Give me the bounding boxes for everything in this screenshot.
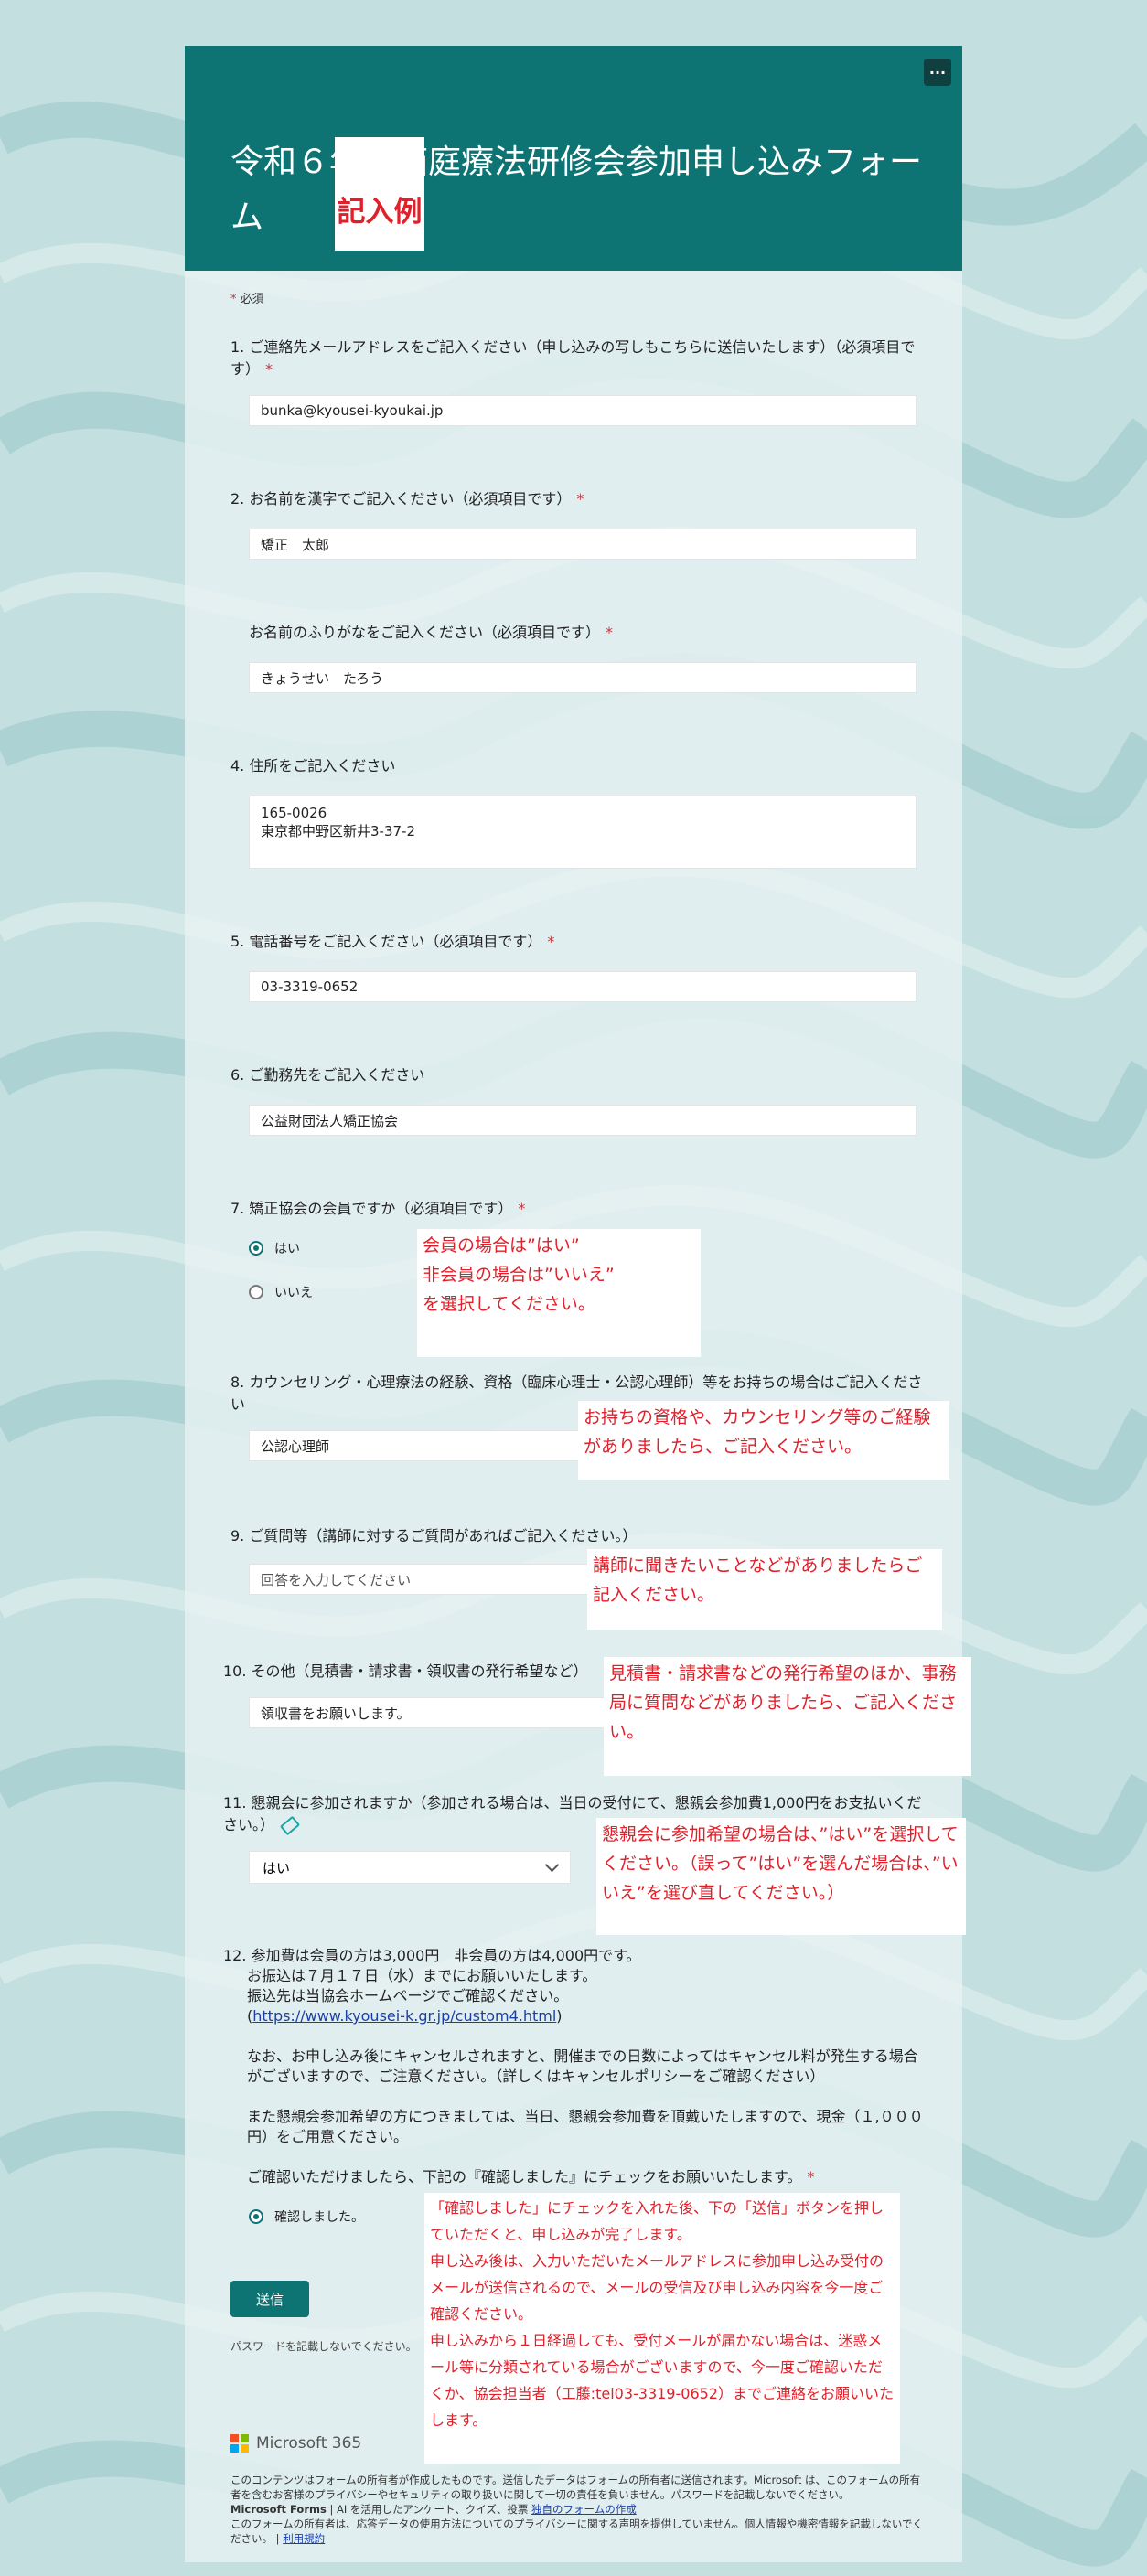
form-header: ··· 令和６年度箱庭療法研修会参加申し込みフォーム xyxy=(185,46,962,271)
chevron-down-icon xyxy=(544,1857,560,1872)
microsoft-365-logo: Microsoft 365 xyxy=(230,2434,361,2453)
more-options-button[interactable]: ··· xyxy=(924,59,951,86)
annotation-q9: 講師に聞きたいことなどがありましたらご記入ください。 xyxy=(587,1549,942,1630)
workplace-field[interactable]: 公益財団法人矯正協会 xyxy=(249,1105,917,1136)
microsoft-logo-icon xyxy=(230,2434,249,2453)
submit-button[interactable]: 送信 xyxy=(230,2281,309,2317)
password-warning: パスワードを記載しないでください。 xyxy=(230,2340,417,2353)
question-1-label: 1. ご連絡先メールアドレスをご記入ください（申し込みの写しもこちらに送信いたし… xyxy=(230,338,916,378)
create-own-form-link[interactable]: 独自のフォームの作成 xyxy=(531,2503,637,2516)
bank-info-link[interactable]: https://www.kyousei-k.gr.jp/custom4.html xyxy=(252,2007,556,2025)
annotation-q7: 会員の場合は”はい” 非会員の場合は”いいえ” を選択してください。 xyxy=(417,1229,701,1357)
question-4-label: 4. 住所をご記入ください xyxy=(230,757,396,775)
annotation-q10: 見積書・請求書などの発行希望のほか、事務局に質問などがありましたら、ご記入くださ… xyxy=(604,1657,971,1776)
address-field[interactable]: 165-0026 東京都中野区新井3-37-2 xyxy=(249,796,917,869)
member-no-option[interactable]: いいえ xyxy=(249,1283,313,1301)
annotation-q12: 「確認しました」にチェックを入れた後、下の「送信」ボタンを押していただくと、申し… xyxy=(424,2193,900,2464)
example-badge: 記入例 xyxy=(335,137,424,251)
phone-field[interactable]: 03-3319-0652 xyxy=(249,971,917,1002)
question-2-label: 2. お名前を漢字でご記入ください（必須項目です） * xyxy=(230,490,584,508)
party-attendance-select[interactable]: はい xyxy=(249,1851,571,1884)
question-5-label: 5. 電話番号をご記入ください（必須項目です） * xyxy=(230,933,555,950)
radio-empty-icon[interactable] xyxy=(249,1285,263,1299)
member-yes-option[interactable]: はい xyxy=(249,1239,300,1257)
radio-selected-icon[interactable] xyxy=(249,2209,263,2224)
question-6-label: 6. ご勤務先をご記入ください xyxy=(230,1066,425,1084)
required-note: * 必須 xyxy=(230,293,264,306)
name-furigana-field[interactable]: きょうせい たろう xyxy=(249,662,917,693)
annotation-q11: 懇親会に参加希望の場合は、”はい”を選択してください。（誤って”はい”を選んだ場… xyxy=(596,1818,966,1935)
name-kanji-field[interactable]: 矯正 太郎 xyxy=(249,529,917,560)
eraser-icon[interactable] xyxy=(279,1815,301,1836)
footer: このコンテンツはフォームの所有者が作成したものです。送信したデータはフォームの所… xyxy=(230,2474,924,2545)
terms-link[interactable]: 利用規約 xyxy=(283,2532,325,2545)
radio-selected-icon[interactable] xyxy=(249,1241,263,1256)
annotation-q8: お持ちの資格や、カウンセリング等のご経験がありましたら、ご記入ください。 xyxy=(578,1401,949,1480)
confirm-checkbox[interactable]: 確認しました。 xyxy=(249,2207,364,2226)
question-12-text: 12. 参加費は会員の方は3,000円 非会員の方は4,000円です。 お振込は… xyxy=(223,1947,924,2186)
email-field[interactable]: bunka@kyousei-kyoukai.jp xyxy=(249,395,917,426)
question-3-label: お名前のふりがなをご記入ください（必須項目です） * xyxy=(249,624,614,641)
question-10-label: 10. その他（見積書・請求書・領収書の発行希望など） xyxy=(223,1662,588,1680)
question-9-label: 9. ご質問等（講師に対するご質問があればご記入ください。） xyxy=(230,1527,638,1545)
question-7-label: 7. 矯正協会の会員ですか（必須項目です） * xyxy=(230,1200,526,1217)
